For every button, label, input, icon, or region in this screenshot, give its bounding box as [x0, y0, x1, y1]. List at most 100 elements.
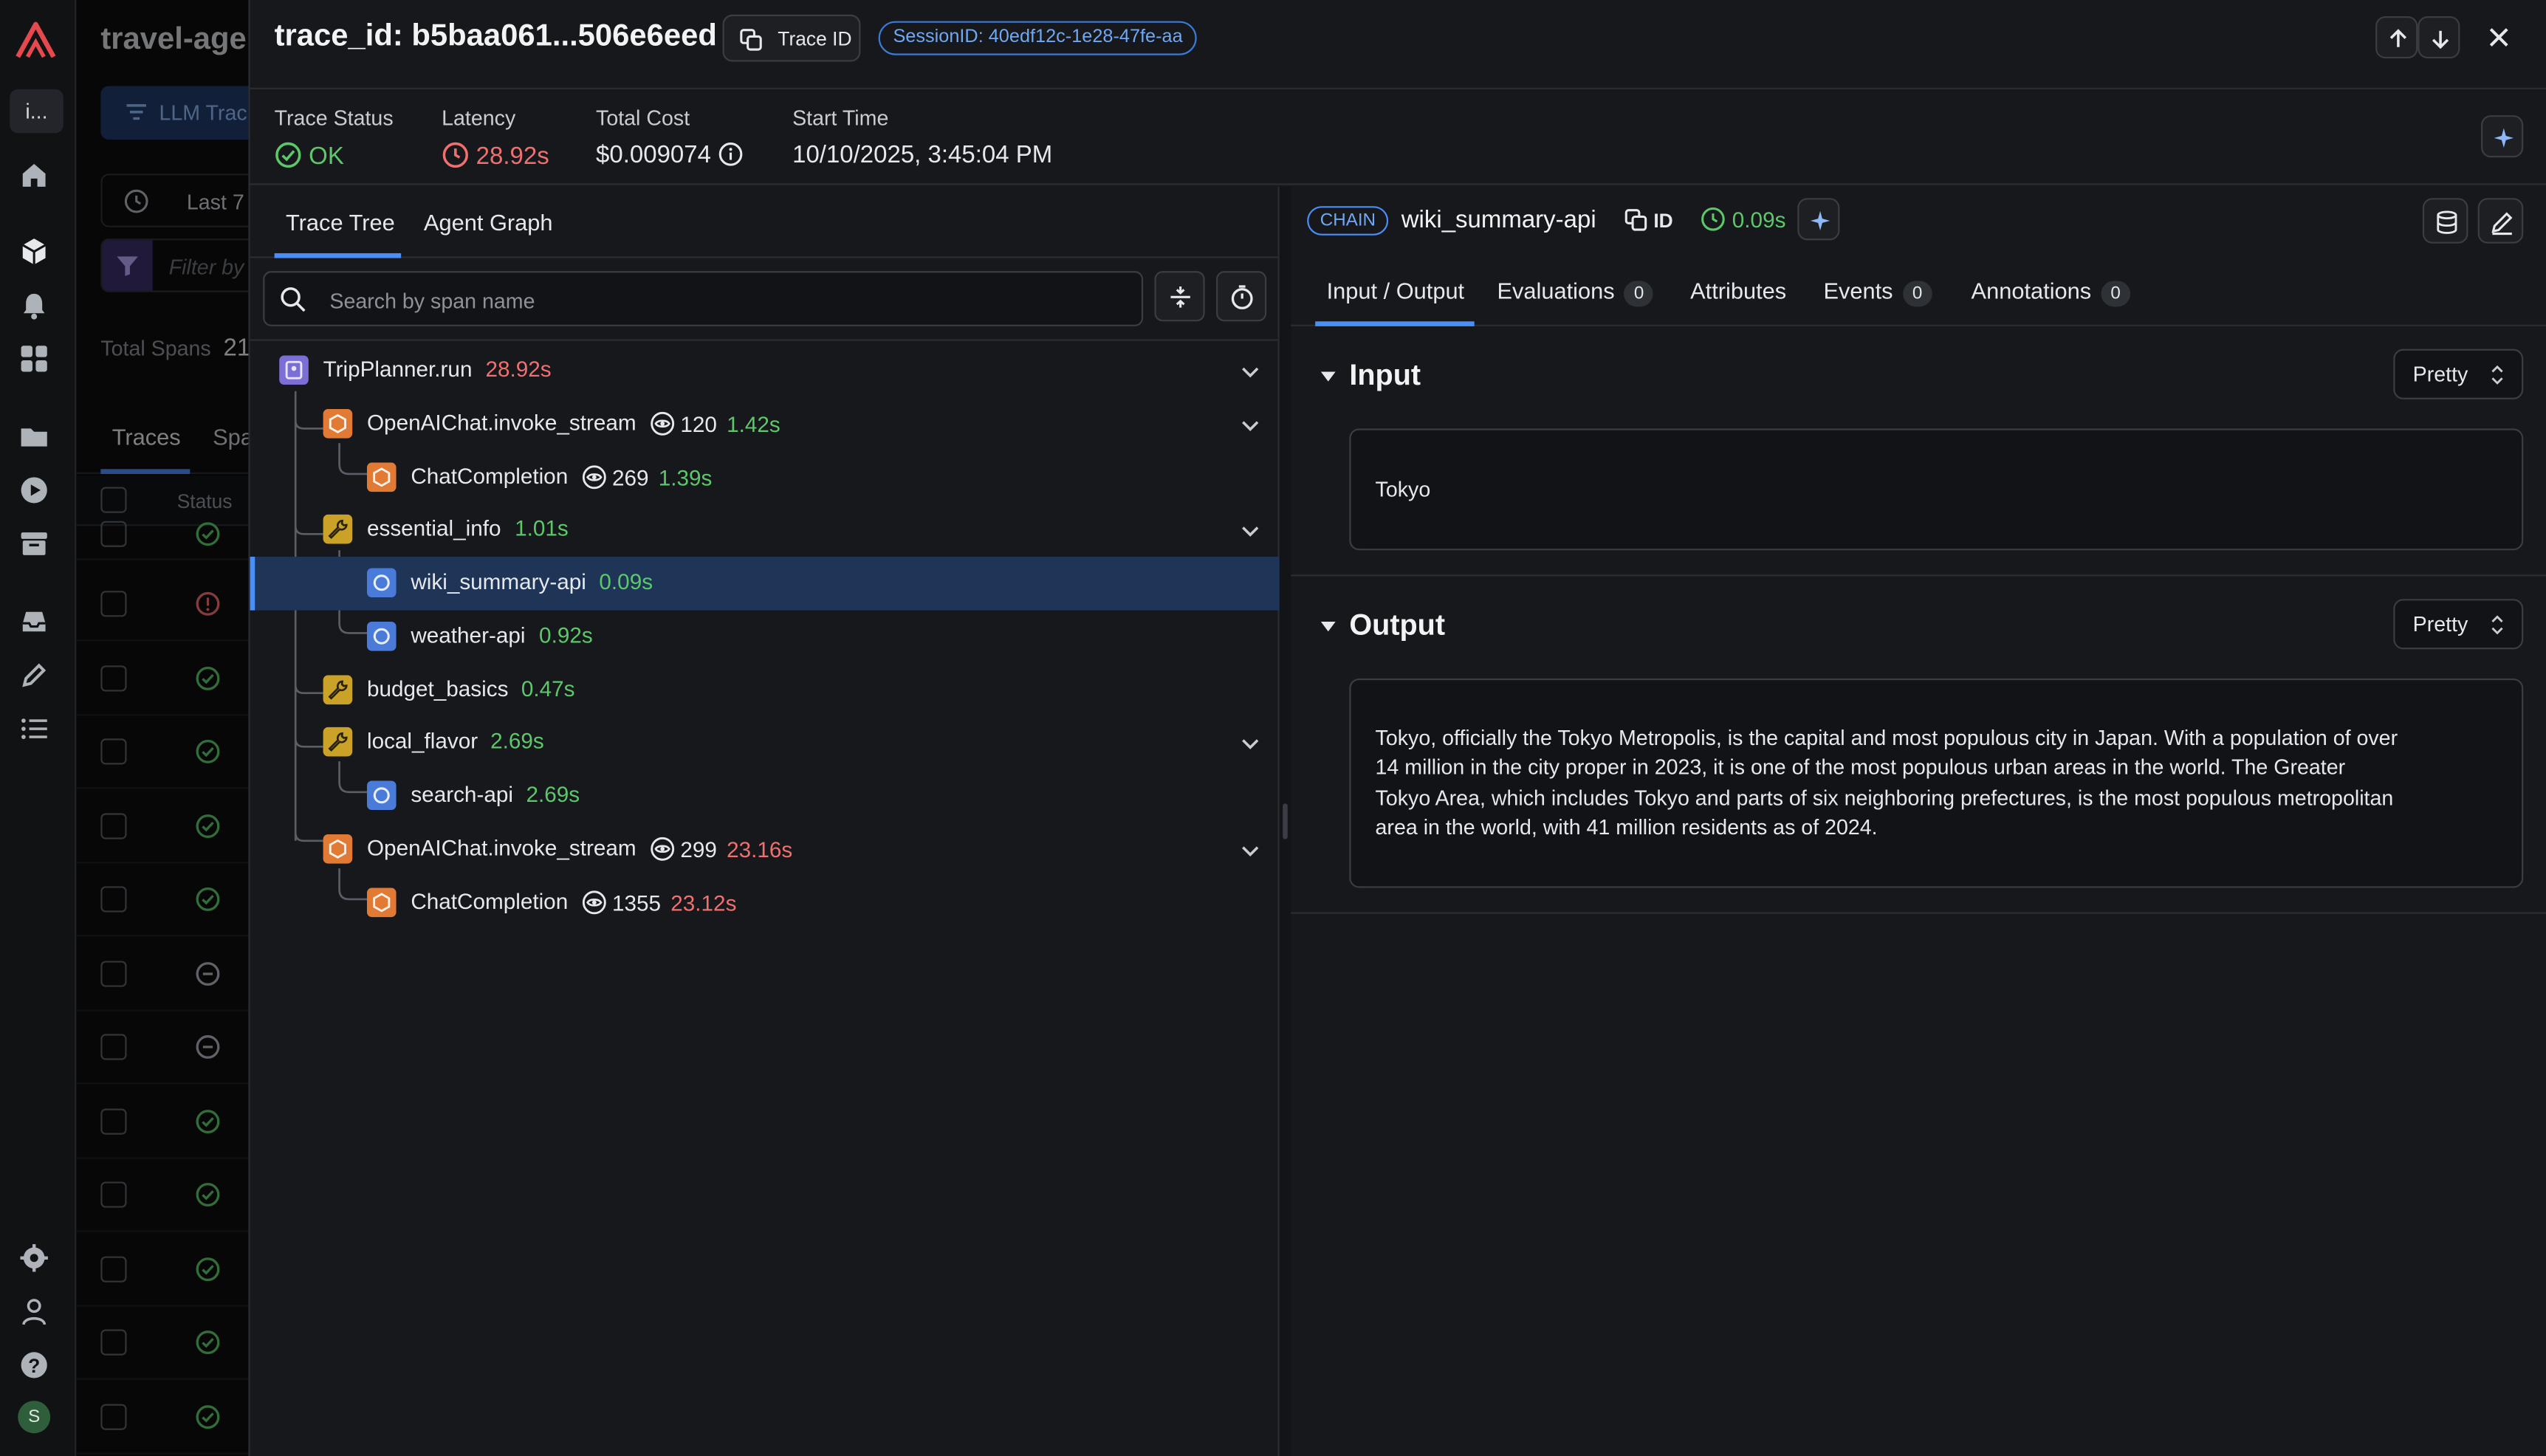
status-ok-icon [195, 1109, 221, 1135]
collapse-all-button[interactable] [1154, 271, 1205, 322]
inbox-icon[interactable] [18, 605, 50, 638]
chevron-down-icon[interactable] [1238, 412, 1263, 438]
home-icon[interactable] [18, 159, 50, 191]
time-range-select[interactable]: Last 7 [100, 174, 249, 227]
tab-traces[interactable]: Traces [112, 424, 181, 450]
table-row[interactable] [76, 643, 249, 716]
settings-gear-icon[interactable] [18, 1242, 50, 1274]
nav-rail: i... ? S [0, 0, 77, 1456]
next-trace-button[interactable] [2418, 16, 2460, 59]
row-checkbox[interactable] [100, 1108, 127, 1135]
annotate-button[interactable] [2477, 198, 2524, 244]
row-checkbox[interactable] [100, 1181, 127, 1208]
play-circle-icon[interactable] [18, 474, 50, 506]
row-checkbox[interactable] [100, 886, 127, 913]
add-to-dataset-button[interactable] [2422, 198, 2468, 244]
ai-assistant-button[interactable] [2481, 115, 2524, 158]
row-checkbox[interactable] [100, 1256, 127, 1282]
table-row[interactable] [76, 1234, 249, 1307]
span-id-button[interactable]: ID [1624, 207, 1673, 232]
row-checkbox[interactable] [100, 1329, 127, 1356]
list-icon[interactable] [18, 712, 50, 745]
span-tab-underline [1315, 321, 1475, 326]
archive-icon[interactable] [18, 527, 50, 560]
span-tab-annotations[interactable]: Annotations 0 [1972, 278, 2130, 307]
session-id-badge[interactable]: SessionID: 40edf12c-1e28-47fe-aa [878, 21, 1198, 55]
row-checkbox[interactable] [100, 665, 127, 692]
table-row[interactable] [76, 495, 249, 560]
row-checkbox[interactable] [100, 591, 127, 617]
previous-trace-button[interactable] [2375, 16, 2418, 59]
chevron-down-icon[interactable] [1238, 837, 1263, 863]
folder-icon[interactable] [18, 420, 50, 453]
span-search-input[interactable]: Search by span name [263, 271, 1144, 326]
help-icon[interactable]: ? [18, 1349, 50, 1381]
bell-icon[interactable] [18, 289, 50, 321]
tree-node[interactable]: search-api 2.69s [250, 769, 1280, 823]
tree-node[interactable]: ChatCompletion 1355 23.12s [250, 876, 1280, 930]
pencil-icon[interactable] [18, 659, 50, 692]
dashboard-grid-icon[interactable] [18, 343, 50, 375]
tree-node-name: weather-api [411, 622, 526, 648]
row-checkbox[interactable] [100, 1034, 127, 1060]
table-row[interactable] [76, 1086, 249, 1159]
span-details-pane: CHAIN wiki_summary-api ID 0.09s Input / … [1291, 187, 2546, 1456]
span-tab-evaluations[interactable]: Evaluations 0 [1497, 278, 1654, 307]
timing-toggle-button[interactable] [1216, 271, 1267, 322]
span-tab-events[interactable]: Events 0 [1823, 278, 1932, 307]
table-row[interactable] [76, 1307, 249, 1380]
table-row[interactable] [76, 1159, 249, 1232]
table-row[interactable] [76, 568, 249, 642]
output-format-select[interactable]: Pretty [2393, 599, 2524, 650]
workspace-switcher[interactable]: i... [10, 89, 64, 134]
chevron-down-icon[interactable] [1238, 731, 1263, 757]
latency-label: Latency [442, 105, 516, 130]
span-tab-input-output[interactable]: Input / Output [1327, 278, 1465, 303]
tree-node[interactable]: OpenAIChat.invoke_stream 299 23.16s [250, 823, 1280, 876]
row-checkbox[interactable] [100, 813, 127, 839]
tree-node[interactable]: local_flavor 2.69s [250, 716, 1280, 770]
row-checkbox[interactable] [100, 961, 127, 987]
input-format-select[interactable]: Pretty [2393, 348, 2524, 399]
tree-node[interactable]: TripPlanner.run 28.92s [250, 344, 1280, 398]
table-row[interactable] [76, 716, 249, 789]
tree-node[interactable]: budget_basics 0.47s [250, 663, 1280, 717]
close-icon[interactable] [2486, 24, 2512, 50]
table-row[interactable] [76, 1012, 249, 1085]
llm-traces-tab[interactable]: LLM Trac [100, 86, 249, 140]
table-row[interactable] [76, 938, 249, 1012]
status-ok-icon [195, 886, 221, 912]
user-avatar[interactable]: S [18, 1401, 51, 1434]
info-icon[interactable] [718, 141, 744, 167]
tree-node-latency: 23.12s [670, 890, 737, 915]
models-cube-icon[interactable] [18, 236, 50, 268]
tree-node[interactable]: ChatCompletion 269 1.39s [250, 450, 1280, 504]
tab-agent-graph[interactable]: Agent Graph [424, 210, 553, 236]
tree-node-meta: 269 1.39s [581, 464, 712, 490]
tab-spans[interactable]: Spa [213, 424, 248, 450]
caret-down-icon[interactable] [1319, 367, 1338, 386]
tree-node[interactable]: OpenAIChat.invoke_stream 120 1.42s [250, 397, 1280, 451]
caret-down-icon[interactable] [1319, 617, 1338, 636]
tree-node-latency: 1.42s [727, 411, 780, 436]
table-row[interactable] [76, 864, 249, 937]
table-row[interactable] [76, 791, 249, 864]
tree-node[interactable]: weather-api 0.92s [250, 610, 1280, 664]
tree-node[interactable]: wiki_summary-api 0.09s [250, 557, 1280, 611]
chevron-down-icon[interactable] [1238, 359, 1263, 385]
arize-logo[interactable] [13, 18, 59, 63]
span-ai-button[interactable] [1797, 198, 1840, 241]
table-row[interactable] [76, 1381, 249, 1455]
user-icon[interactable] [18, 1295, 50, 1328]
trace-id-button[interactable]: Trace ID [722, 14, 861, 62]
time-range-label: Last 7 [186, 190, 244, 215]
filter-input[interactable]: Filter by [100, 238, 249, 292]
row-checkbox[interactable] [100, 738, 127, 765]
chevron-down-icon[interactable] [1238, 518, 1263, 544]
pane-resize-handle[interactable] [1279, 186, 1291, 1456]
tab-trace-tree[interactable]: Trace Tree [286, 210, 395, 236]
tree-node[interactable]: essential_info 1.01s [250, 504, 1280, 557]
row-checkbox[interactable] [100, 1404, 127, 1430]
row-checkbox[interactable] [100, 521, 127, 547]
span-tab-attributes[interactable]: Attributes [1690, 278, 1786, 303]
